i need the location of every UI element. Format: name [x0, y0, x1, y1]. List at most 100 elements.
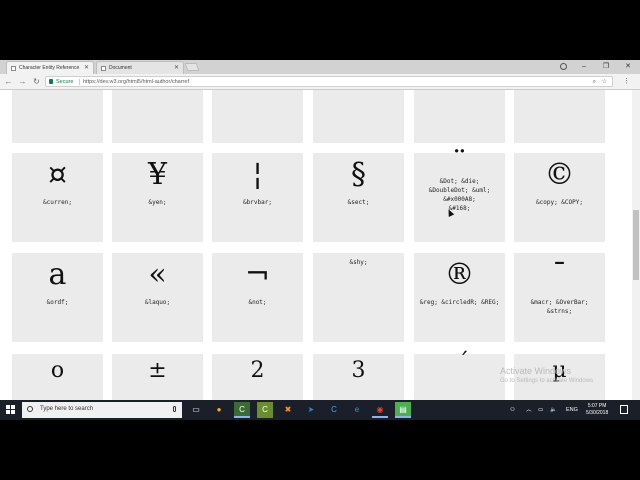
forward-arrow-icon[interactable]: →: [17, 76, 28, 87]
entity-card: ¥ &yen;: [112, 153, 203, 242]
watermark-subtitle: Go to Settings to activate Windows: [500, 378, 594, 384]
entity-card: &nbsp; &NonBreakingSpace;: [212, 90, 303, 143]
chevron-up-icon[interactable]: ︿: [526, 400, 532, 420]
taskbar: Type here to search ▭ ● C C ✖ ➤ C e ◉ ▤ …: [0, 400, 640, 420]
watermark-title: Activate Windows: [500, 366, 572, 376]
entity-card: « &laquo;: [112, 253, 203, 342]
page-icon: [11, 66, 16, 71]
volume-icon[interactable]: 🔈: [550, 400, 557, 420]
entity-name: &not;: [248, 299, 267, 306]
entity-name: &yen;: [148, 199, 167, 206]
entity-name: &sect;: [347, 199, 370, 206]
entity-card: &shy;: [313, 253, 404, 342]
zoom-icon[interactable]: ⌕: [593, 77, 596, 87]
xampp-icon[interactable]: ✖: [280, 402, 296, 418]
entity-glyph: §: [351, 157, 366, 192]
entity-glyph: ¥: [147, 157, 168, 192]
entity-name: &curren;: [43, 199, 72, 206]
entity-card: &pound;: [514, 90, 605, 143]
entity-glyph: 3: [351, 358, 366, 383]
clock[interactable]: 5:07 PM 5/30/2018: [586, 403, 608, 417]
address-bar[interactable]: Secure https://dev.w3.org/html5/html-aut…: [45, 76, 613, 87]
app-green-icon[interactable]: ▤: [395, 402, 411, 418]
language-indicator[interactable]: ENG: [566, 400, 578, 420]
entity-glyph: ¨: [452, 145, 467, 180]
entity-glyph: ¬: [244, 257, 271, 292]
profile-icon[interactable]: [560, 63, 567, 70]
page-content: &verbar; &vert; &VerticalLine;&rcub; &rb…: [0, 90, 632, 400]
edge-icon[interactable]: e: [349, 402, 365, 418]
app-c-blue-icon[interactable]: C: [326, 402, 342, 418]
entity-glyph: a: [48, 257, 67, 292]
entity-name: &macr; &OverBar; &strns;: [530, 299, 589, 315]
entity-card: ® &reg; &circledR; &REG;: [414, 253, 505, 342]
tab-document[interactable]: Document ✕: [96, 61, 184, 74]
clock-time: 5:07 PM: [587, 403, 607, 409]
action-center-icon[interactable]: [620, 405, 628, 414]
microphone-icon[interactable]: [173, 406, 176, 412]
url-text: https://dev.w3.org/html5/html-author/cha…: [83, 79, 189, 85]
app-c-green-icon[interactable]: C: [257, 402, 273, 418]
entity-name: &reg; &circledR; &REG;: [419, 299, 500, 306]
desktop-screen: Character Entity Reference ✕ Document ✕ …: [0, 60, 640, 420]
chrome-icon[interactable]: ◉: [372, 402, 388, 418]
entity-glyph: ¦: [252, 157, 263, 192]
entity-glyph: ´: [458, 350, 469, 375]
entity-card: a &ordf;: [12, 253, 103, 342]
new-tab-button[interactable]: [184, 63, 200, 71]
tab-character-entity-reference[interactable]: Character Entity Reference ✕: [6, 61, 94, 74]
divider: [79, 79, 80, 85]
close-window-icon[interactable]: ✕: [618, 60, 638, 74]
secure-label: Secure: [56, 79, 74, 85]
entity-glyph: ®: [444, 257, 475, 292]
entity-card: ¤ &curren;: [12, 153, 103, 242]
activate-windows-watermark: Activate Windows Go to Settings to activ…: [500, 366, 593, 384]
clock-date: 5/30/2018: [586, 410, 609, 416]
entity-card: 3: [313, 354, 404, 400]
app-arrow-icon[interactable]: ➤: [303, 402, 319, 418]
minimize-icon[interactable]: –: [574, 60, 594, 74]
maximize-icon[interactable]: ❐: [596, 60, 616, 74]
entity-card: ´: [414, 350, 505, 400]
entity-card: © &copy; &COPY;: [514, 153, 605, 242]
entity-card: &rcub; &rbrace;: [112, 90, 203, 143]
search-icon: [27, 406, 33, 412]
entity-glyph: «: [148, 257, 167, 292]
vertical-scrollbar[interactable]: [632, 90, 640, 400]
entity-card: &verbar; &vert; &VerticalLine;: [12, 90, 103, 143]
browser-toolbar: ← → ↻ Secure https://dev.w3.org/html5/ht…: [0, 74, 640, 90]
taskbar-search-box[interactable]: Type here to search: [22, 402, 182, 418]
entity-card: 2: [212, 354, 303, 400]
entity-card: ¦ &brvbar;: [212, 153, 303, 242]
entity-card: ¨ &Dot; &die; &DoubleDot; &uml; &#x000A8;…: [414, 145, 505, 242]
scrollbar-thumb[interactable]: [633, 210, 639, 280]
firefox-icon[interactable]: ●: [211, 402, 227, 418]
search-placeholder: Type here to search: [40, 406, 94, 412]
entity-name: &laquo;: [144, 299, 171, 306]
entity-glyph: ¯: [552, 257, 567, 292]
lock-icon: [49, 79, 53, 84]
entity-card: § &sect;: [313, 153, 404, 242]
bookmark-star-icon[interactable]: ☆: [602, 77, 607, 87]
entity-glyph: 2: [250, 358, 265, 383]
entity-card: &iexcl;: [313, 90, 404, 143]
windows-start-icon[interactable]: [6, 405, 16, 415]
menu-icon[interactable]: ⋮: [621, 76, 632, 87]
reload-icon[interactable]: ↻: [31, 76, 42, 87]
task-view-icon[interactable]: ▭: [188, 402, 204, 418]
entity-glyph: ¤: [47, 157, 68, 192]
entity-name: &brvbar;: [243, 199, 272, 206]
entity-name: &shy;: [349, 259, 368, 266]
app-c-icon[interactable]: C: [234, 402, 250, 418]
back-arrow-icon[interactable]: ←: [3, 76, 14, 87]
entity-glyph: ±: [148, 358, 167, 383]
entity-name: &Dot; &die; &DoubleDot; &uml; &#x000A8; …: [428, 178, 491, 212]
people-icon[interactable]: ⚇: [510, 400, 515, 420]
entity-name: &ordf;: [46, 299, 69, 306]
entity-card: ¯ &macr; &OverBar; &strns;: [514, 253, 605, 342]
page-icon: [101, 66, 106, 71]
entity-card: ±: [112, 354, 203, 400]
tab-strip: Character Entity Reference ✕ Document ✕ …: [0, 60, 640, 74]
network-icon[interactable]: ▭: [538, 400, 543, 420]
entity-card: ¬ &not;: [212, 253, 303, 342]
